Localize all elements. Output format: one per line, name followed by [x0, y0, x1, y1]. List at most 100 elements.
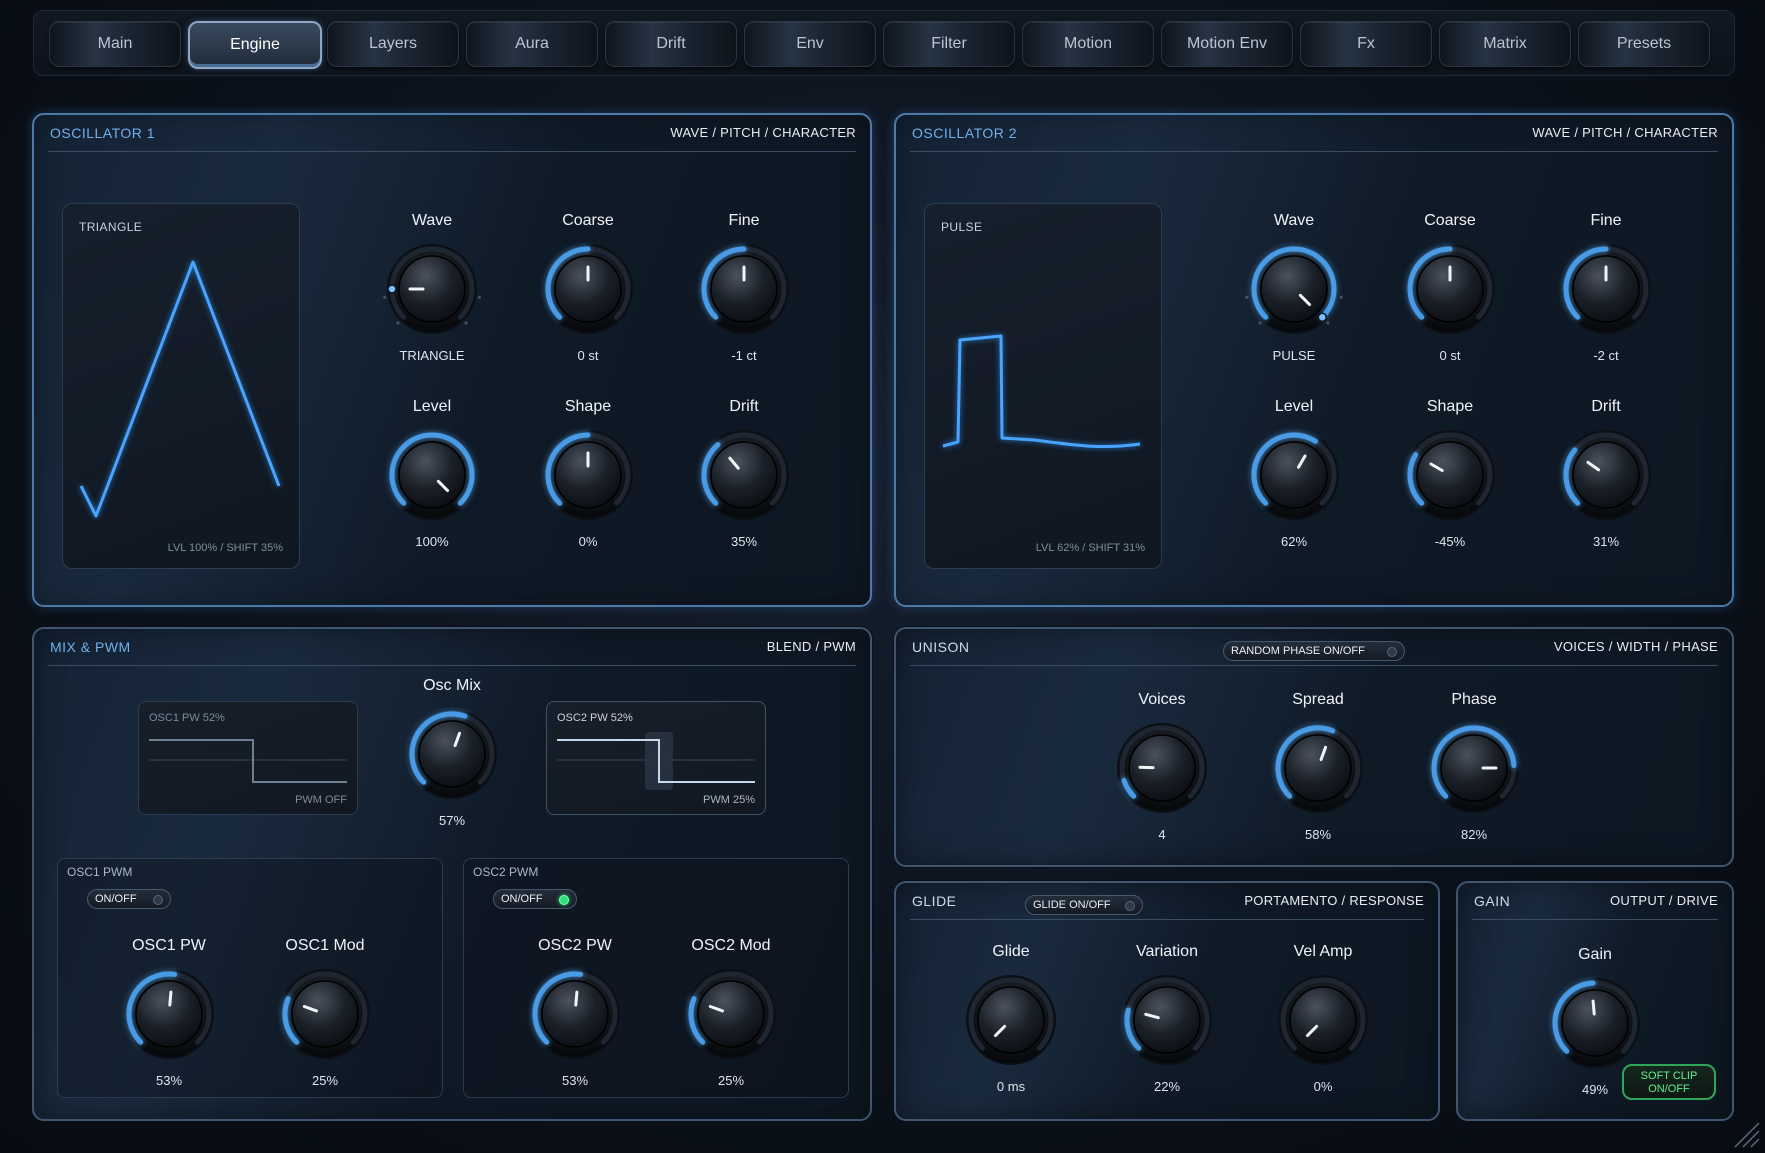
knob-label: Shape	[1426, 398, 1474, 415]
section-title: OSC2 PWM	[473, 865, 539, 879]
knob-dial[interactable]	[1540, 968, 1650, 1078]
osc1-level-knob[interactable]: Level 100%	[377, 398, 487, 549]
panel-title: GAIN	[1474, 893, 1511, 909]
knob-dial[interactable]	[1107, 713, 1217, 823]
osc1-wave-knob[interactable]: Wave TRIANGLE	[377, 212, 487, 363]
knob-dial[interactable]	[676, 959, 786, 1069]
knob-dial[interactable]	[1551, 420, 1661, 530]
tab-aura[interactable]: Aura	[466, 21, 598, 67]
tab-matrix[interactable]: Matrix	[1439, 21, 1571, 67]
knob-value: 82%	[1460, 827, 1488, 842]
panel-title: OSCILLATOR 1	[50, 125, 156, 141]
tab-motion[interactable]: Motion	[1022, 21, 1154, 67]
knob-value: 35%	[730, 534, 758, 549]
tab-env[interactable]: Env	[744, 21, 876, 67]
knob-value: 57%	[438, 813, 466, 828]
osc1-wave-display: TRIANGLE LVL 100% / SHIFT 35%	[62, 203, 300, 569]
osc2-shape-knob[interactable]: Shape -45%	[1395, 398, 1505, 549]
knob-value: 22%	[1153, 1079, 1181, 1094]
tab-drift[interactable]: Drift	[605, 21, 737, 67]
osc2-coarse-knob[interactable]: Coarse 0 st	[1395, 212, 1505, 363]
osc1-fine-knob[interactable]: Fine -1 ct	[689, 212, 799, 363]
toggle-label: ON/OFF	[501, 893, 543, 905]
knob-dial[interactable]	[689, 234, 799, 344]
knob-label: Gain	[1578, 946, 1612, 963]
glide-knob[interactable]: Glide 0 ms	[956, 943, 1066, 1094]
osc1-drift-knob[interactable]: Drift 35%	[689, 398, 799, 549]
knob-value: 58%	[1304, 827, 1332, 842]
osc1-mod-knob[interactable]: OSC1 Mod 25%	[270, 937, 380, 1088]
panel-subtitle: WAVE / PITCH / CHARACTER	[1532, 125, 1718, 140]
knob-value: 25%	[717, 1073, 745, 1088]
knob-dial[interactable]	[1263, 713, 1373, 823]
knob-value: -45%	[1434, 534, 1466, 549]
knob-dial[interactable]	[1268, 965, 1378, 1075]
voices-knob[interactable]: Voices 4	[1107, 691, 1217, 842]
spread-knob[interactable]: Spread 58%	[1263, 691, 1373, 842]
tab-filter[interactable]: Filter	[883, 21, 1015, 67]
knob-value: 25%	[311, 1073, 339, 1088]
tab-main[interactable]: Main	[49, 21, 181, 67]
knob-dial[interactable]	[689, 420, 799, 530]
knob-value: -2 ct	[1593, 348, 1619, 363]
knob-dial[interactable]	[956, 965, 1066, 1075]
panel-subtitle: OUTPUT / DRIVE	[1610, 893, 1718, 908]
knob-label: Fine	[1590, 212, 1622, 229]
tab-motion-env[interactable]: Motion Env	[1161, 21, 1293, 67]
knob-value: 0 ms	[996, 1079, 1026, 1094]
divider	[910, 665, 1718, 666]
knob-label: Spread	[1292, 691, 1344, 708]
osc1-coarse-knob[interactable]: Coarse 0 st	[533, 212, 643, 363]
osc2-wave-display: PULSE LVL 62% / SHIFT 31%	[924, 203, 1162, 569]
knob-dial[interactable]	[1395, 420, 1505, 530]
tab-fx[interactable]: Fx	[1300, 21, 1432, 67]
osc1-pwm-toggle[interactable]: ON/OFF	[87, 889, 171, 909]
knob-value: 62%	[1280, 534, 1308, 549]
knob-dial[interactable]	[520, 959, 630, 1069]
osc1-shape-knob[interactable]: Shape 0%	[533, 398, 643, 549]
knob-dial[interactable]	[1112, 965, 1222, 1075]
glide-toggle[interactable]: GLIDE ON/OFF	[1025, 895, 1143, 915]
osc2-drift-knob[interactable]: Drift 31%	[1551, 398, 1661, 549]
knob-value: TRIANGLE	[399, 348, 465, 363]
knob-dial[interactable]	[1239, 234, 1349, 344]
phase-knob[interactable]: Phase 82%	[1419, 691, 1529, 842]
toggle-label: GLIDE ON/OFF	[1033, 899, 1111, 911]
knob-label: Osc Mix	[423, 677, 481, 694]
variation-knob[interactable]: Variation 22%	[1112, 943, 1222, 1094]
knob-dial[interactable]	[377, 234, 487, 344]
osc2-pw-knob[interactable]: OSC2 PW 53%	[520, 937, 630, 1088]
knob-value: 0%	[1313, 1079, 1333, 1094]
tab-presets[interactable]: Presets	[1578, 21, 1710, 67]
knob-dial[interactable]	[533, 234, 643, 344]
knob-dial[interactable]	[377, 420, 487, 530]
osc2-mod-knob[interactable]: OSC2 Mod 25%	[676, 937, 786, 1088]
knob-dial[interactable]	[1551, 234, 1661, 344]
osc2-pwm-toggle[interactable]: ON/OFF	[493, 889, 577, 909]
osc-mix-knob[interactable]: Osc Mix 57%	[397, 677, 507, 828]
tab-layers[interactable]: Layers	[327, 21, 459, 67]
osc2-fine-knob[interactable]: Fine -2 ct	[1551, 212, 1661, 363]
knob-value: 0%	[578, 534, 598, 549]
knob-dial[interactable]	[1419, 713, 1529, 823]
soft-clip-toggle[interactable]: SOFT CLIP ON/OFF	[1622, 1064, 1716, 1100]
knob-dial[interactable]	[533, 420, 643, 530]
resize-grip-icon[interactable]	[1721, 1109, 1761, 1149]
knob-label: Coarse	[1424, 212, 1476, 229]
knob-value: 0 st	[577, 348, 599, 363]
knob-dial[interactable]	[397, 699, 507, 809]
panel-subtitle: BLEND / PWM	[766, 639, 856, 654]
panel-subtitle: VOICES / WIDTH / PHASE	[1553, 639, 1718, 654]
knob-value: 0 st	[1439, 348, 1461, 363]
random-phase-toggle[interactable]: RANDOM PHASE ON/OFF	[1223, 641, 1405, 661]
osc2-level-knob[interactable]: Level 62%	[1239, 398, 1349, 549]
knob-dial[interactable]	[1395, 234, 1505, 344]
osc1-pw-knob[interactable]: OSC1 PW 53%	[114, 937, 224, 1088]
section-title: OSC1 PWM	[67, 865, 133, 879]
knob-dial[interactable]	[114, 959, 224, 1069]
osc2-wave-knob[interactable]: Wave PULSE	[1239, 212, 1349, 363]
vel-amp-knob[interactable]: Vel Amp 0%	[1268, 943, 1378, 1094]
knob-dial[interactable]	[270, 959, 380, 1069]
knob-dial[interactable]	[1239, 420, 1349, 530]
tab-engine[interactable]: Engine	[188, 21, 322, 69]
